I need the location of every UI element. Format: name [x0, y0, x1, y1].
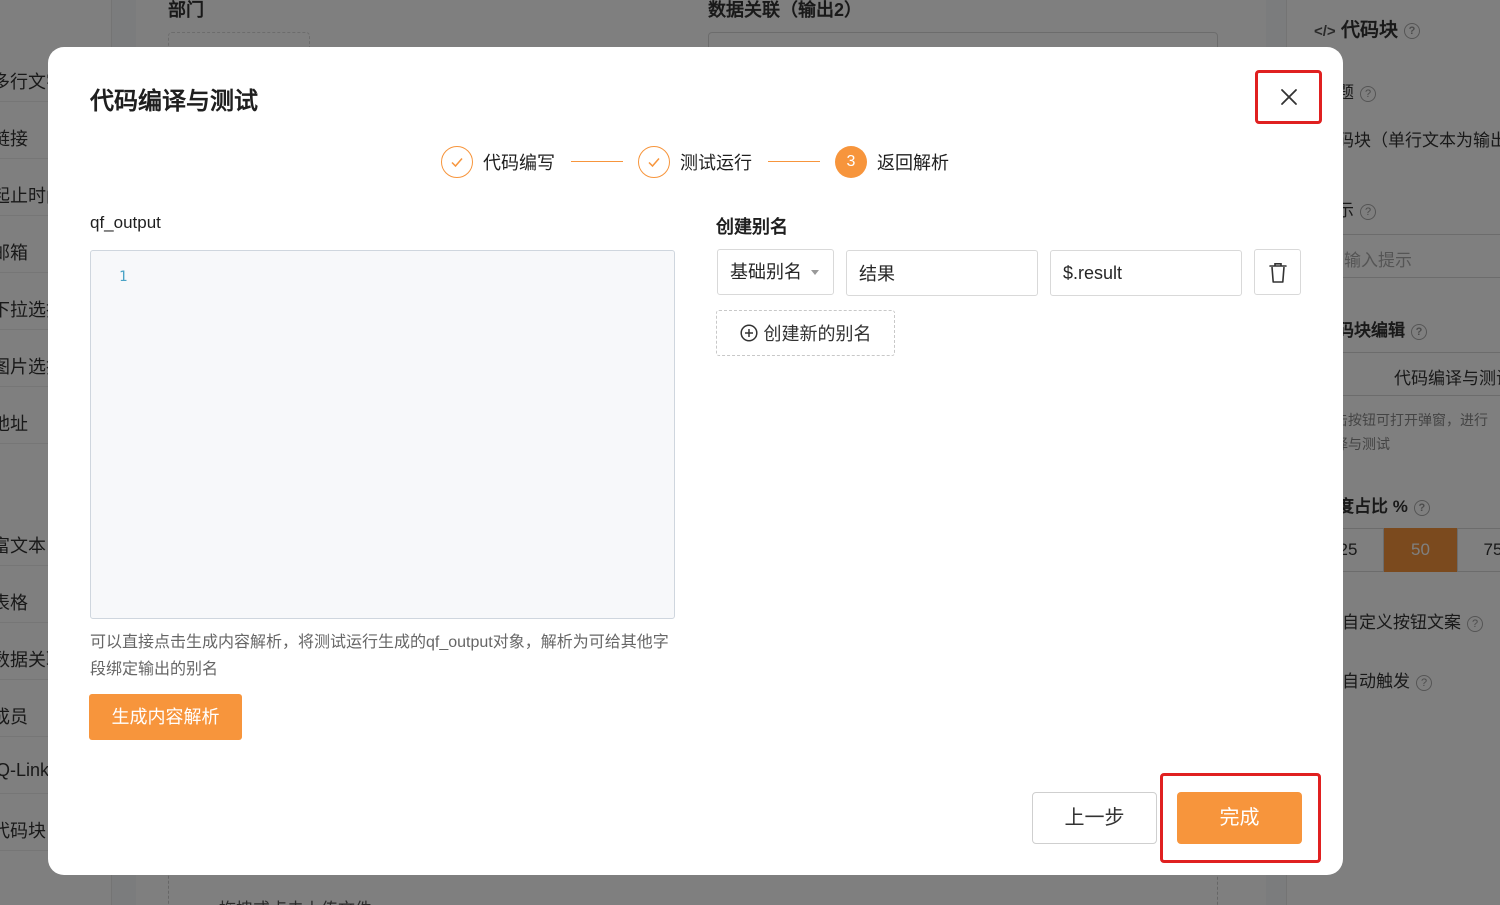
step-label: 代码编写: [483, 153, 555, 173]
generate-parse-button[interactable]: 生成内容解析: [89, 694, 242, 740]
alias-path-input[interactable]: [1050, 250, 1242, 296]
step-code-write: 代码编写: [441, 146, 555, 178]
close-button[interactable]: [1258, 73, 1320, 121]
trash-icon: [1269, 263, 1287, 283]
add-alias-label: 创建新的别名: [763, 324, 872, 344]
compile-test-modal: 代码编译与测试 代码编写 测试运行 3 返回解析 qf_output 1 可以直…: [48, 47, 1343, 875]
check-icon: [441, 146, 473, 178]
alias-section-label: 创建别名: [716, 217, 788, 237]
step-connector: [571, 161, 623, 162]
step-return-parse: 3 返回解析: [835, 146, 949, 178]
step-label: 测试运行: [680, 153, 752, 173]
code-editor[interactable]: 1: [90, 250, 675, 619]
add-alias-button[interactable]: 创建新的别名: [716, 310, 895, 356]
alias-type-value: 基础别名: [730, 262, 802, 282]
caret-down-icon: [811, 270, 819, 275]
alias-name-input[interactable]: [846, 250, 1038, 296]
modal-title: 代码编译与测试: [90, 88, 258, 115]
code-output-label: qf_output: [90, 213, 161, 232]
parse-hint: 可以直接点击生成内容解析，将测试运行生成的qf_output对象，解析为可给其他…: [90, 634, 669, 678]
step-test-run: 测试运行: [638, 146, 752, 178]
check-icon: [638, 146, 670, 178]
prev-step-button[interactable]: 上一步: [1032, 792, 1157, 844]
finish-button[interactable]: 完成: [1177, 792, 1302, 844]
alias-type-select[interactable]: 基础别名: [717, 249, 834, 295]
line-number: 1: [119, 269, 128, 285]
step-connector: [768, 161, 820, 162]
step-label: 返回解析: [877, 153, 949, 173]
close-icon: [1281, 89, 1297, 105]
delete-alias-button[interactable]: [1254, 249, 1301, 295]
step-number: 3: [835, 146, 867, 178]
plus-circle-icon: [739, 324, 758, 342]
